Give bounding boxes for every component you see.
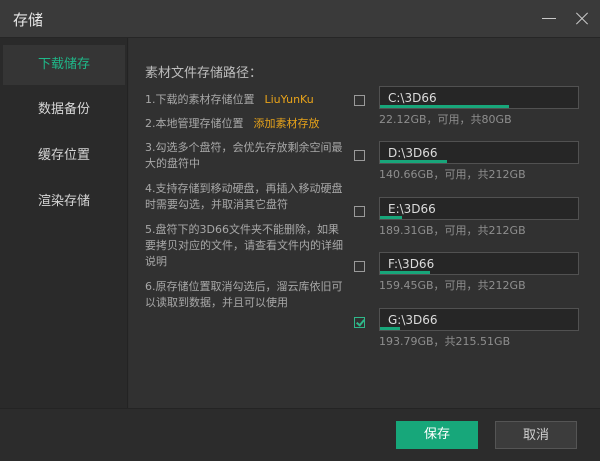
usage-bar: [380, 160, 578, 163]
usage-fill: [380, 105, 509, 108]
note-4: 4.支持存储到移动硬盘，再插入移动硬盘时需要勾选，并取消其它盘符: [145, 182, 343, 211]
drive-checkbox[interactable]: [354, 95, 365, 106]
usage-bar: [380, 105, 578, 108]
title-bar: 存储: [0, 0, 600, 38]
drive-checkbox[interactable]: [354, 206, 365, 217]
drive-path: D:\3D66: [388, 146, 438, 160]
drive-path-field[interactable]: F:\3D66: [379, 252, 579, 275]
add-material-storage-link[interactable]: 添加素材存放: [254, 117, 320, 130]
usage-bar: [380, 327, 578, 330]
usage-bar: [380, 271, 578, 274]
cancel-button[interactable]: 取消: [495, 421, 577, 449]
footer: 保存 取消: [0, 408, 600, 461]
drive-path-field[interactable]: E:\3D66: [379, 197, 579, 220]
drive-path: G:\3D66: [388, 313, 438, 327]
window-title: 存储: [13, 11, 44, 29]
drive-capacity: 189.31GB，可用，共212GB: [379, 224, 526, 237]
drive-capacity: 193.79GB，共215.51GB: [379, 335, 511, 348]
usage-fill: [380, 327, 400, 330]
usage-fill: [380, 216, 402, 219]
note-3: 3.勾选多个盘符，会优先存放剩余空间最大的盘符中: [145, 141, 343, 170]
drive-path: C:\3D66: [388, 91, 437, 105]
save-button[interactable]: 保存: [396, 421, 478, 449]
note-1-text: 1.下载的素材存储位置: [145, 93, 255, 106]
note-2: 2.本地管理存储位置 添加素材存放: [145, 116, 345, 132]
download-folder-name: LiuYunKu: [264, 93, 314, 106]
note-2-text: 2.本地管理存储位置: [145, 117, 244, 130]
usage-fill: [380, 160, 448, 163]
main-panel: 素材文件存储路径： 1.下载的素材存储位置 LiuYunKu 2.本地管理存储位置…: [129, 38, 600, 408]
drive-checkbox[interactable]: [354, 150, 365, 161]
note-1: 1.下载的素材存储位置 LiuYunKu: [145, 92, 345, 108]
sidebar-item-data-backup[interactable]: 数据备份: [0, 90, 128, 130]
drive-path: E:\3D66: [388, 202, 436, 216]
drive-checkbox[interactable]: [354, 261, 365, 272]
drive-capacity: 159.45GB，可用，共212GB: [379, 279, 526, 292]
drive-path: F:\3D66: [388, 257, 435, 271]
note-5: 5.盘符下的3D66文件夹不能删除，如果要拷贝对应的文件，请查看文件内的详细说明: [145, 223, 343, 268]
drive-path-field[interactable]: G:\3D66: [379, 308, 579, 331]
sidebar-item-cache-location[interactable]: 缓存位置: [0, 136, 128, 176]
note-6: 6.原存储位置取消勾选后，溜云库依旧可以读取到数据，并且可以使用: [145, 280, 343, 309]
usage-bar: [380, 216, 578, 219]
sidebar-item-render-storage[interactable]: 渲染存储: [0, 182, 128, 222]
usage-fill: [380, 271, 430, 274]
sidebar: 下载储存 数据备份 缓存位置 渲染存储: [0, 38, 128, 408]
section-label: 素材文件存储路径：: [145, 66, 263, 81]
close-icon[interactable]: [574, 11, 590, 27]
drive-path-field[interactable]: D:\3D66: [379, 141, 579, 164]
drive-path-field[interactable]: C:\3D66: [379, 86, 579, 109]
minimize-icon[interactable]: [541, 11, 557, 27]
drive-checkbox[interactable]: [354, 317, 365, 328]
drive-capacity: 22.12GB，可用，共80GB: [379, 113, 512, 126]
drive-capacity: 140.66GB，可用，共212GB: [379, 168, 526, 181]
sidebar-item-download-storage[interactable]: 下载储存: [3, 45, 125, 85]
